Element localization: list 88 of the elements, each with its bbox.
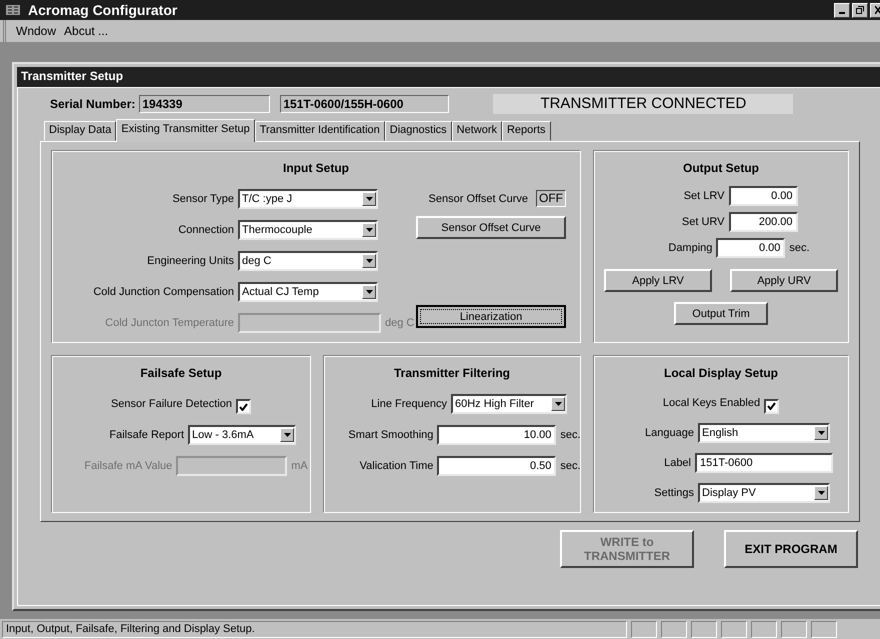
input-field[interactable]: 0.00 (716, 238, 786, 258)
action-button[interactable]: Linearization (416, 305, 566, 328)
dropdown-arrow-icon (366, 258, 372, 262)
field-label: Line Frequency (370, 398, 447, 410)
dropdown-arrow-icon (366, 196, 372, 200)
panel-title: Output Setup (683, 161, 759, 175)
indicator-field: OFF (536, 190, 566, 207)
status-pane (781, 620, 807, 638)
status-pane (811, 620, 837, 638)
tab[interactable]: Transmitter Identification (254, 121, 385, 141)
dropdown-arrow-icon (818, 491, 824, 495)
tab[interactable]: Existing Transmitter Setup (116, 119, 255, 142)
input-field[interactable]: 0.00 (728, 186, 798, 206)
close-icon (875, 6, 880, 14)
dropdown-arrow-icon (554, 402, 562, 406)
status-pane (691, 620, 717, 638)
child-window-title: Transmitter Setup (17, 67, 880, 87)
field-label: Failsafe mA Value (83, 460, 172, 472)
field-label: Sensor Failure Detection (110, 398, 232, 410)
window-title: Acromag Configurator (28, 2, 178, 18)
menu-item[interactable]: Wndow (16, 24, 56, 38)
field-label: Sensor Type (171, 192, 234, 204)
field-label: Cold Juncton Temperature (104, 316, 234, 328)
field-label: Engineering Units (146, 254, 234, 266)
tab[interactable]: Reports (502, 121, 551, 141)
panel-title: Transmitter Filtering (394, 366, 510, 380)
input-field[interactable]: 10.00 (437, 424, 556, 444)
status-text: Input, Output, Failsafe, Filtering and Display Setup. (2, 620, 627, 638)
field-label: Local Keys Enabled (662, 397, 760, 409)
connection-status: TRANSMITTER CONNECTED (493, 94, 794, 114)
field-label: Label (663, 457, 691, 469)
tab[interactable]: Network (452, 121, 502, 141)
status-pane (721, 620, 747, 638)
panel-title: Failsafe Setup (140, 366, 222, 380)
dropdown-field[interactable]: T/C :ype J (238, 188, 378, 208)
field-label: Valication Time (358, 460, 434, 472)
unit-label: deg C (385, 316, 414, 328)
restore-icon (856, 6, 864, 14)
dropdown-arrow-icon (284, 432, 290, 436)
input-field[interactable]: 200.00 (728, 212, 798, 232)
unit-label: mA (291, 460, 308, 472)
field-label: Smart Smoothing (347, 428, 434, 440)
serial-label: Serial Number: (50, 97, 136, 111)
action-button[interactable]: Output Trim (674, 302, 768, 325)
restore-button[interactable] (852, 2, 868, 18)
dropdown-field[interactable]: deg C (238, 250, 378, 270)
input-field[interactable]: 0.50 (437, 456, 556, 476)
unit-label: sec. (560, 428, 581, 440)
field-label: Set URV (680, 216, 724, 228)
dropdown-field[interactable]: Display PV (698, 483, 830, 503)
tab[interactable]: Diagnostics (384, 121, 452, 141)
minimize-button[interactable] (834, 2, 850, 18)
status-pane (661, 620, 687, 638)
field-label: Failsafe Report (108, 428, 184, 440)
field-label: Sensor Offset Curve (428, 192, 528, 204)
panel-title: Input Setup (283, 161, 349, 175)
field-label: Connection (177, 224, 234, 236)
dropdown-field[interactable]: English (698, 423, 830, 443)
field-label: Damping (667, 242, 712, 254)
field-label: Set LRV (682, 190, 724, 202)
action-button[interactable]: Apply URV (730, 269, 838, 292)
action-button[interactable]: EXIT PROGRAM (724, 530, 858, 568)
unit-label: sec. (789, 242, 810, 254)
input-field[interactable]: 151T-0600 (695, 453, 833, 473)
action-button[interactable]: Sensor Offset Curve (416, 216, 566, 239)
dropdown-field[interactable]: Thermocouple (238, 220, 378, 240)
checkbox[interactable] (236, 399, 252, 414)
status-pane (751, 620, 777, 638)
checkmark-icon (767, 402, 776, 410)
field-label: Settings (653, 487, 694, 499)
field-label: Language (644, 427, 694, 439)
dropdown-field[interactable]: 60Hz High Filter (451, 394, 567, 414)
dropdown-field[interactable]: Low - 3.6mA (188, 424, 296, 444)
serial-number-field: 194339 (139, 95, 270, 113)
app-icon (6, 4, 20, 16)
action-button[interactable]: Apply LRV (604, 269, 712, 292)
status-pane (631, 620, 657, 638)
checkmark-icon (239, 402, 248, 410)
dropdown-arrow-icon (366, 228, 372, 232)
dropdown-arrow-icon (818, 431, 824, 435)
field-label: Cold Junction Compensation (92, 286, 234, 298)
dropdown-field[interactable]: Actual CJ Temp (238, 282, 378, 302)
dropdown-arrow-icon (366, 290, 372, 294)
unit-label: sec. (560, 460, 581, 472)
model-field: 151T-0600/155H-0600 (280, 95, 450, 113)
panel-title: Local Display Setup (664, 366, 778, 380)
menu-item[interactable]: Abcut ... (64, 24, 108, 38)
checkbox[interactable] (764, 398, 780, 414)
